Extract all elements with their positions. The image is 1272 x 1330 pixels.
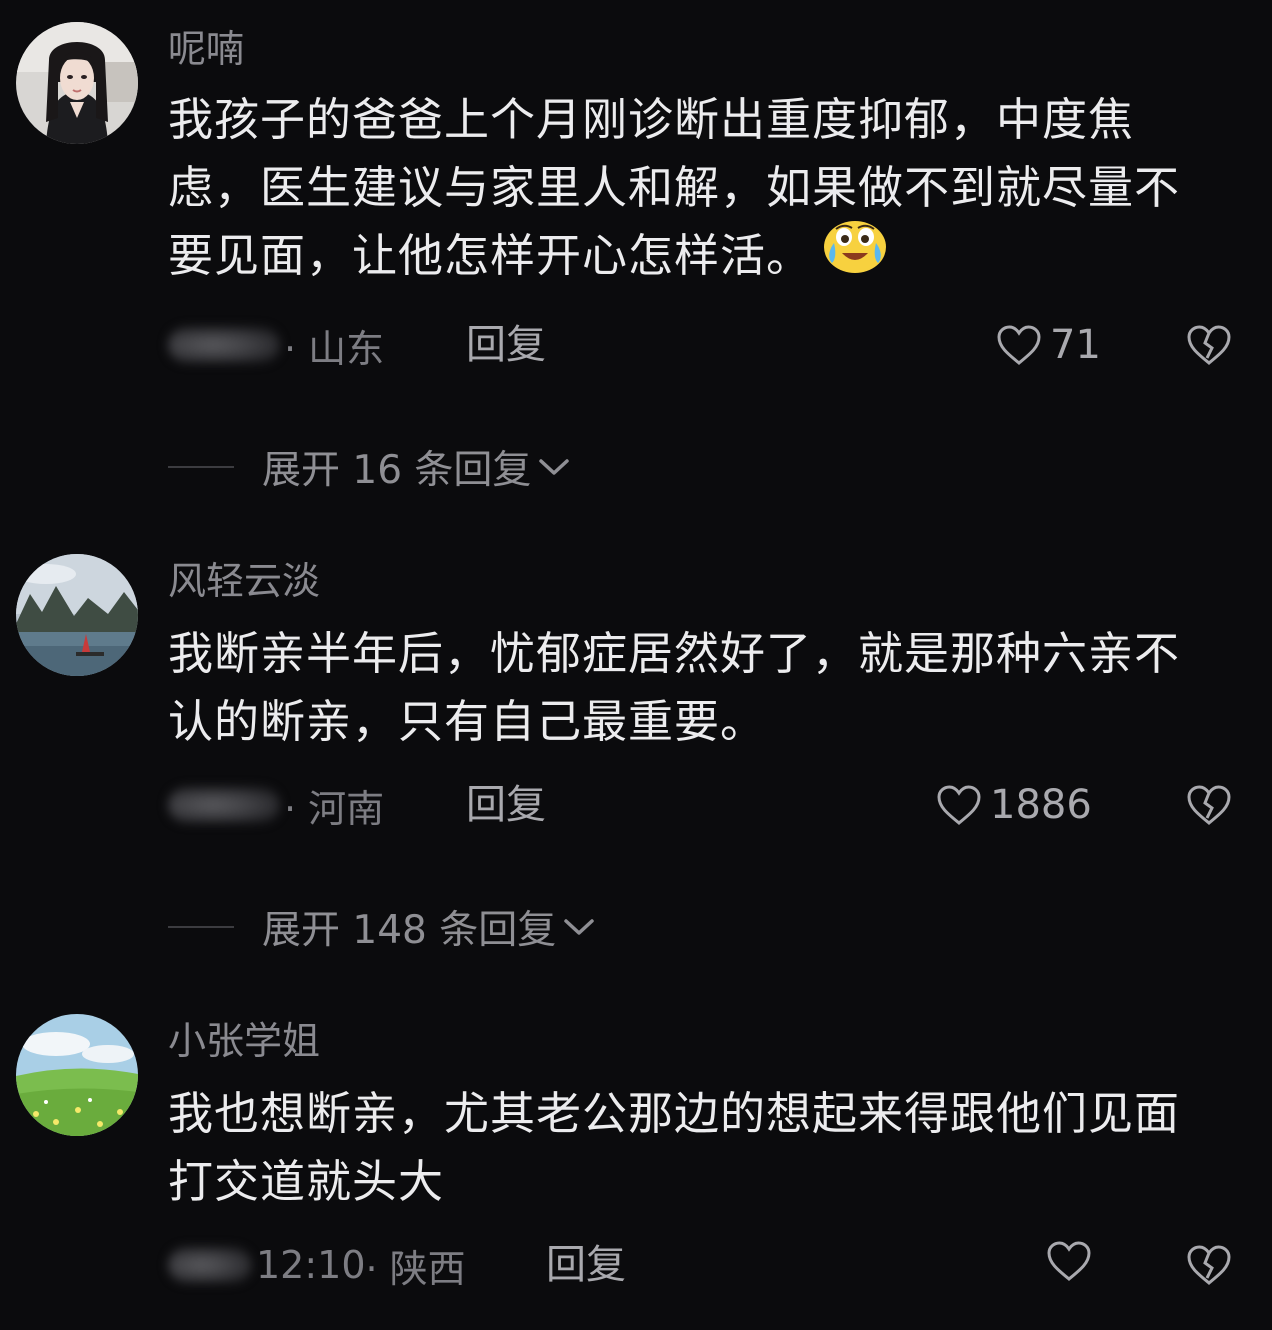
comment-meta: 12:10 · 陕西 [168, 1240, 466, 1291]
like-button[interactable]: 71 [996, 320, 1101, 370]
expand-label: 展开 16 条回复 [262, 448, 532, 493]
broken-heart-icon [1187, 325, 1231, 365]
chevron-down-icon [539, 459, 570, 475]
heart-icon [1047, 1241, 1091, 1281]
broken-heart-icon [1187, 785, 1231, 825]
comment-text-body: 我孩子的爸爸上个月刚诊断出重度抑郁，中度焦虑，医生建议与家里人和解，如果做不到就… [168, 93, 1181, 282]
dislike-button[interactable] [1186, 784, 1232, 830]
comment-text: 我也想断亲，尤其老公那边的想起来得跟他们见面打交道就头大 [168, 1087, 1181, 1208]
divider [168, 466, 234, 468]
comment-username[interactable]: 小张学姐 [168, 1016, 320, 1066]
crying-laughing-emoji-icon [822, 215, 888, 294]
dislike-button[interactable] [1186, 1244, 1232, 1290]
chevron-down-icon [564, 919, 594, 935]
like-count: 1886 [990, 782, 1092, 828]
heart-icon [997, 325, 1041, 365]
comment-username[interactable]: 呢喃 [168, 24, 244, 74]
blurred-time [168, 787, 280, 823]
avatar[interactable] [16, 554, 138, 676]
comment-location: · 河南 [284, 786, 385, 831]
reply-button[interactable]: 回复 [466, 780, 546, 830]
like-count: 71 [1050, 322, 1101, 368]
divider [168, 926, 234, 928]
blurred-time [168, 327, 280, 363]
dislike-button[interactable] [1186, 324, 1232, 370]
expand-replies[interactable]: 展开 16 条回复 [168, 442, 571, 493]
comment-location: · 陕西 [365, 1246, 466, 1291]
blurred-date [168, 1247, 252, 1283]
reply-button[interactable]: 回复 [546, 1240, 626, 1290]
comment-text: 我断亲半年后，忧郁症居然好了，就是那种六亲不认的断亲，只有自己最重要。 [168, 627, 1181, 748]
comment-meta: · 河南 [168, 780, 385, 831]
like-button[interactable] [1046, 1240, 1100, 1282]
heart-icon [937, 785, 981, 825]
comment-location: · 山东 [284, 326, 385, 371]
comment-username[interactable]: 风轻云淡 [168, 556, 320, 606]
avatar[interactable] [16, 22, 138, 144]
expand-label: 展开 148 条回复 [262, 908, 557, 953]
like-button[interactable]: 1886 [936, 780, 1092, 830]
broken-heart-icon [1187, 1245, 1231, 1285]
comment-meta: · 山东 [168, 320, 385, 371]
comment-time: 12:10 [256, 1243, 366, 1287]
reply-button[interactable]: 回复 [466, 320, 546, 370]
comment-text: 我孩子的爸爸上个月刚诊断出重度抑郁，中度焦虑，医生建议与家里人和解，如果做不到就… [168, 86, 1208, 294]
expand-replies[interactable]: 展开 148 条回复 [168, 902, 596, 953]
avatar[interactable] [16, 1014, 138, 1136]
